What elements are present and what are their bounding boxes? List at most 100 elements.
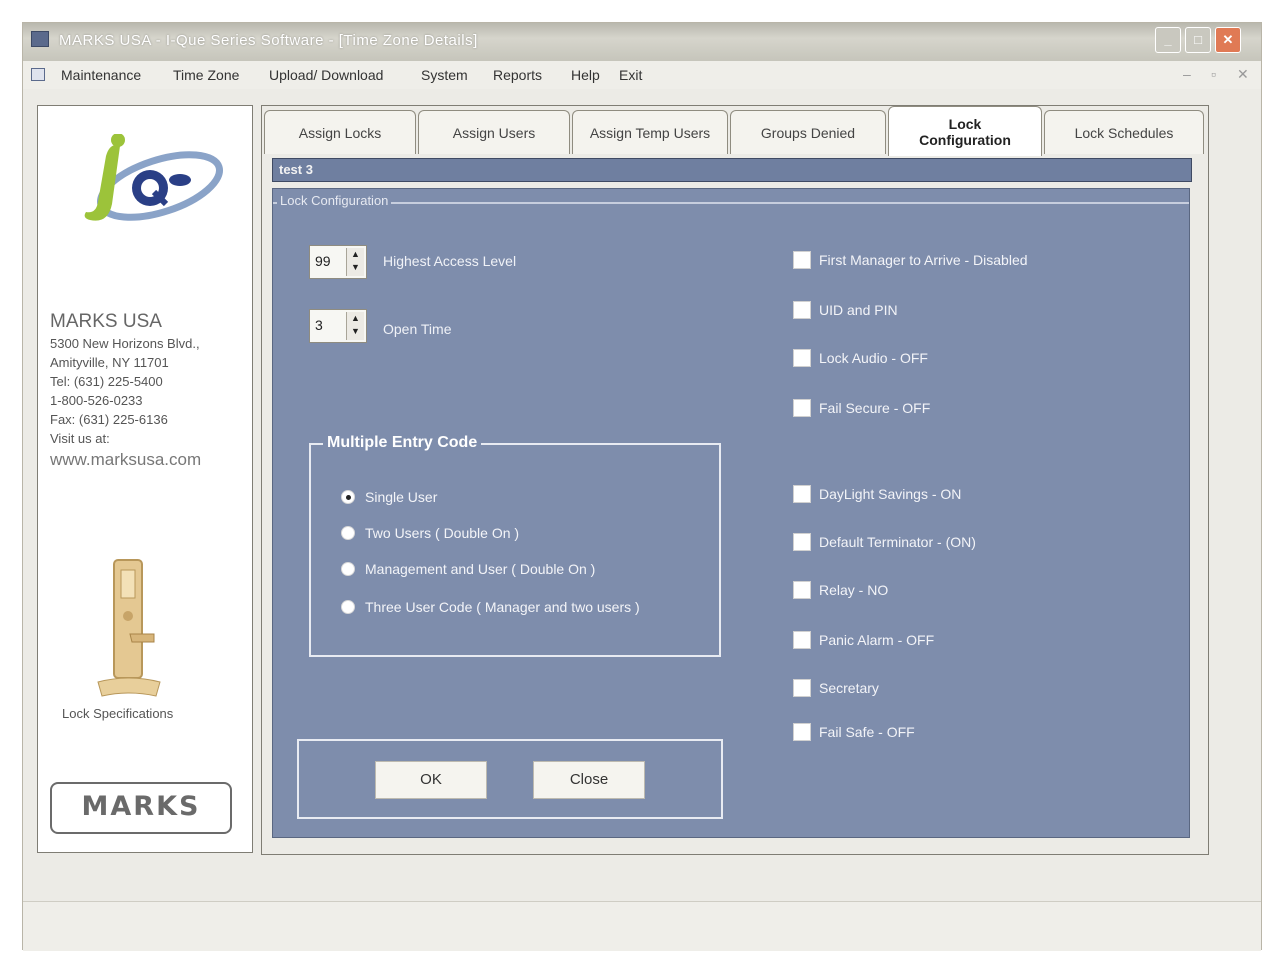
checkbox-label: Relay - NO: [819, 582, 889, 598]
menu-maintenance[interactable]: Maintenance: [61, 67, 141, 83]
checkbox-daylight-savings[interactable]: DayLight Savings - ON: [793, 485, 961, 503]
menu-upload-download[interactable]: Upload/ Download: [269, 67, 383, 83]
spinner-arrows-icon[interactable]: ▲ ▼: [346, 312, 364, 340]
fax-line: Fax: (631) 225-6136: [50, 412, 168, 427]
checkbox-fail-safe[interactable]: Fail Safe - OFF: [793, 723, 915, 741]
company-name: MARKS USA: [50, 311, 162, 332]
radio-selected-icon[interactable]: [341, 490, 355, 504]
radio-management-and-user[interactable]: Management and User ( Double On ): [341, 561, 595, 577]
checkbox-uid-and-pin[interactable]: UID and PIN: [793, 301, 898, 319]
lock-configuration-group: Lock Configuration 99 ▲ ▼ Highest Access …: [272, 188, 1190, 838]
menu-help[interactable]: Help: [571, 67, 600, 83]
maximize-button[interactable]: □: [1185, 27, 1211, 53]
spinner-arrows-icon[interactable]: ▲ ▼: [346, 248, 364, 276]
radio-icon[interactable]: [341, 562, 355, 576]
group-divider: [273, 202, 1189, 204]
phone-line: 1-800-526-0233: [50, 393, 143, 408]
lock-product-icon[interactable]: [94, 556, 164, 706]
mdi-minimize-icon[interactable]: –: [1183, 66, 1191, 82]
menu-reports[interactable]: Reports: [493, 67, 542, 83]
checkbox-default-terminator[interactable]: Default Terminator - (ON): [793, 533, 976, 551]
radio-two-users[interactable]: Two Users ( Double On ): [341, 525, 519, 541]
tab-lock-configuration[interactable]: Lock Configuration: [888, 106, 1042, 156]
radio-single-user[interactable]: Single User: [341, 489, 437, 505]
checkbox-icon[interactable]: [793, 723, 811, 741]
close-window-button[interactable]: ✕: [1215, 27, 1241, 53]
lock-name-bar: test 3: [272, 158, 1192, 182]
tab-assign-temp-users[interactable]: Assign Temp Users: [572, 110, 728, 154]
left-info-panel: MARKS USA 5300 New Horizons Blvd., Amity…: [37, 105, 253, 853]
checkbox-label: Default Terminator - (ON): [819, 534, 976, 550]
address-line: Amityville, NY 11701: [50, 355, 169, 370]
checkbox-secretary[interactable]: Secretary: [793, 679, 879, 697]
company-address: MARKS USA 5300 New Horizons Blvd., Amity…: [50, 310, 201, 472]
checkbox-label: Lock Audio - OFF: [819, 350, 928, 366]
checkbox-label: Fail Safe - OFF: [819, 724, 915, 740]
tab-groups-denied[interactable]: Groups Denied: [730, 110, 886, 154]
radio-label: Two Users ( Double On ): [365, 525, 520, 541]
minimize-button[interactable]: _: [1155, 27, 1181, 53]
access-level-value[interactable]: 99: [315, 253, 331, 269]
iq-logo-icon: [84, 134, 224, 221]
checkbox-icon[interactable]: [793, 301, 811, 319]
checkbox-icon[interactable]: [793, 533, 811, 551]
marks-logo: MARKS: [50, 782, 232, 834]
lock-configuration-legend: Lock Configuration: [277, 193, 392, 208]
radio-icon[interactable]: [341, 600, 355, 614]
checkbox-label: UID and PIN: [819, 302, 898, 318]
radio-three-user-code[interactable]: Three User Code ( Manager and two users …: [341, 599, 640, 615]
checkbox-lock-audio[interactable]: Lock Audio - OFF: [793, 349, 928, 367]
open-time-value[interactable]: 3: [315, 317, 323, 333]
ok-button[interactable]: OK: [375, 761, 487, 799]
app-icon: [31, 31, 49, 47]
mdi-restore-icon[interactable]: ▫: [1211, 66, 1216, 82]
multiple-entry-code-title: Multiple Entry Code: [323, 434, 482, 452]
close-button[interactable]: Close: [533, 761, 645, 799]
checkbox-icon[interactable]: [793, 581, 811, 599]
radio-label: Single User: [365, 489, 438, 505]
checkbox-fail-secure[interactable]: Fail Secure - OFF: [793, 399, 930, 417]
phone-line: Tel: (631) 225-5400: [50, 374, 163, 389]
lock-specifications-link[interactable]: Lock Specifications: [62, 706, 173, 721]
checkbox-label: Panic Alarm - OFF: [819, 632, 935, 648]
status-bar: [23, 901, 1261, 951]
action-buttons-frame: OK Close: [297, 739, 723, 819]
menu-time-zone[interactable]: Time Zone: [173, 67, 239, 83]
checkbox-relay[interactable]: Relay - NO: [793, 581, 888, 599]
open-time-label: Open Time: [383, 321, 452, 337]
checkbox-first-manager[interactable]: First Manager to Arrive - Disabled: [793, 251, 1028, 269]
website-link[interactable]: www.marksusa.com: [50, 448, 201, 472]
checkbox-icon[interactable]: [793, 679, 811, 697]
checkbox-icon[interactable]: [793, 399, 811, 417]
radio-label: Management and User ( Double On ): [365, 561, 596, 577]
checkbox-label: DayLight Savings - ON: [819, 486, 962, 502]
multiple-entry-code-group: Multiple Entry Code Single User Two User…: [309, 434, 721, 657]
document-icon: [31, 68, 45, 81]
main-panel: Assign Locks Assign Users Assign Temp Us…: [261, 105, 1209, 855]
open-time-spinner[interactable]: 3 ▲ ▼: [309, 309, 367, 343]
app-window: MARKS USA - I-Que Series Software - [Tim…: [22, 22, 1262, 951]
checkbox-icon[interactable]: [793, 631, 811, 649]
tab-lock-schedules[interactable]: Lock Schedules: [1044, 110, 1204, 154]
mdi-close-icon[interactable]: ✕: [1237, 66, 1249, 83]
menu-bar: Maintenance Time Zone Upload/ Download S…: [23, 61, 1261, 89]
access-level-spinner[interactable]: 99 ▲ ▼: [309, 245, 367, 279]
checkbox-icon[interactable]: [793, 251, 811, 269]
title-bar[interactable]: MARKS USA - I-Que Series Software - [Tim…: [23, 23, 1261, 61]
radio-icon[interactable]: [341, 526, 355, 540]
checkbox-label: Secretary: [819, 680, 879, 696]
menu-exit[interactable]: Exit: [619, 67, 642, 83]
menu-system[interactable]: System: [421, 67, 468, 83]
tab-assign-users[interactable]: Assign Users: [418, 110, 570, 154]
tab-strip: Assign Locks Assign Users Assign Temp Us…: [262, 106, 1208, 158]
radio-label: Three User Code ( Manager and two users …: [365, 599, 640, 615]
checkbox-icon[interactable]: [793, 485, 811, 503]
checkbox-panic-alarm[interactable]: Panic Alarm - OFF: [793, 631, 934, 649]
checkbox-icon[interactable]: [793, 349, 811, 367]
checkbox-label: First Manager to Arrive - Disabled: [819, 252, 1028, 268]
visit-label: Visit us at:: [50, 431, 110, 446]
access-level-label: Highest Access Level: [383, 253, 517, 269]
tab-assign-locks[interactable]: Assign Locks: [264, 110, 416, 154]
window-title: MARKS USA - I-Que Series Software - [Tim…: [59, 32, 478, 49]
address-line: 5300 New Horizons Blvd.,: [50, 336, 200, 351]
